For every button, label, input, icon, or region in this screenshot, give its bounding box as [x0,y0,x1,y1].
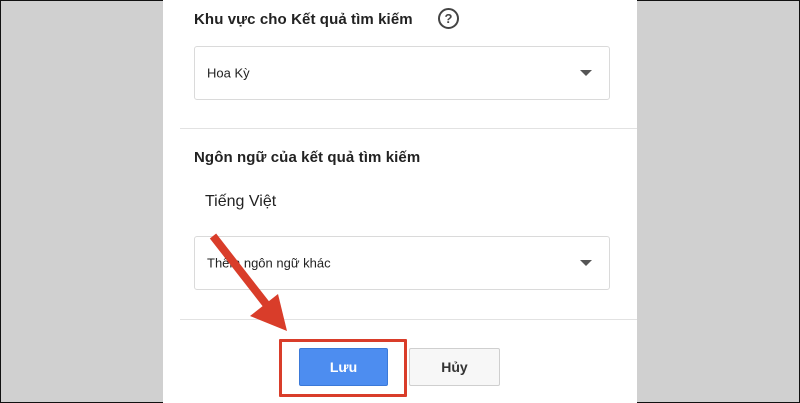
pointer-arrow-icon [209,233,287,331]
arrow-shaft [209,233,270,307]
arrow-head [250,294,287,331]
